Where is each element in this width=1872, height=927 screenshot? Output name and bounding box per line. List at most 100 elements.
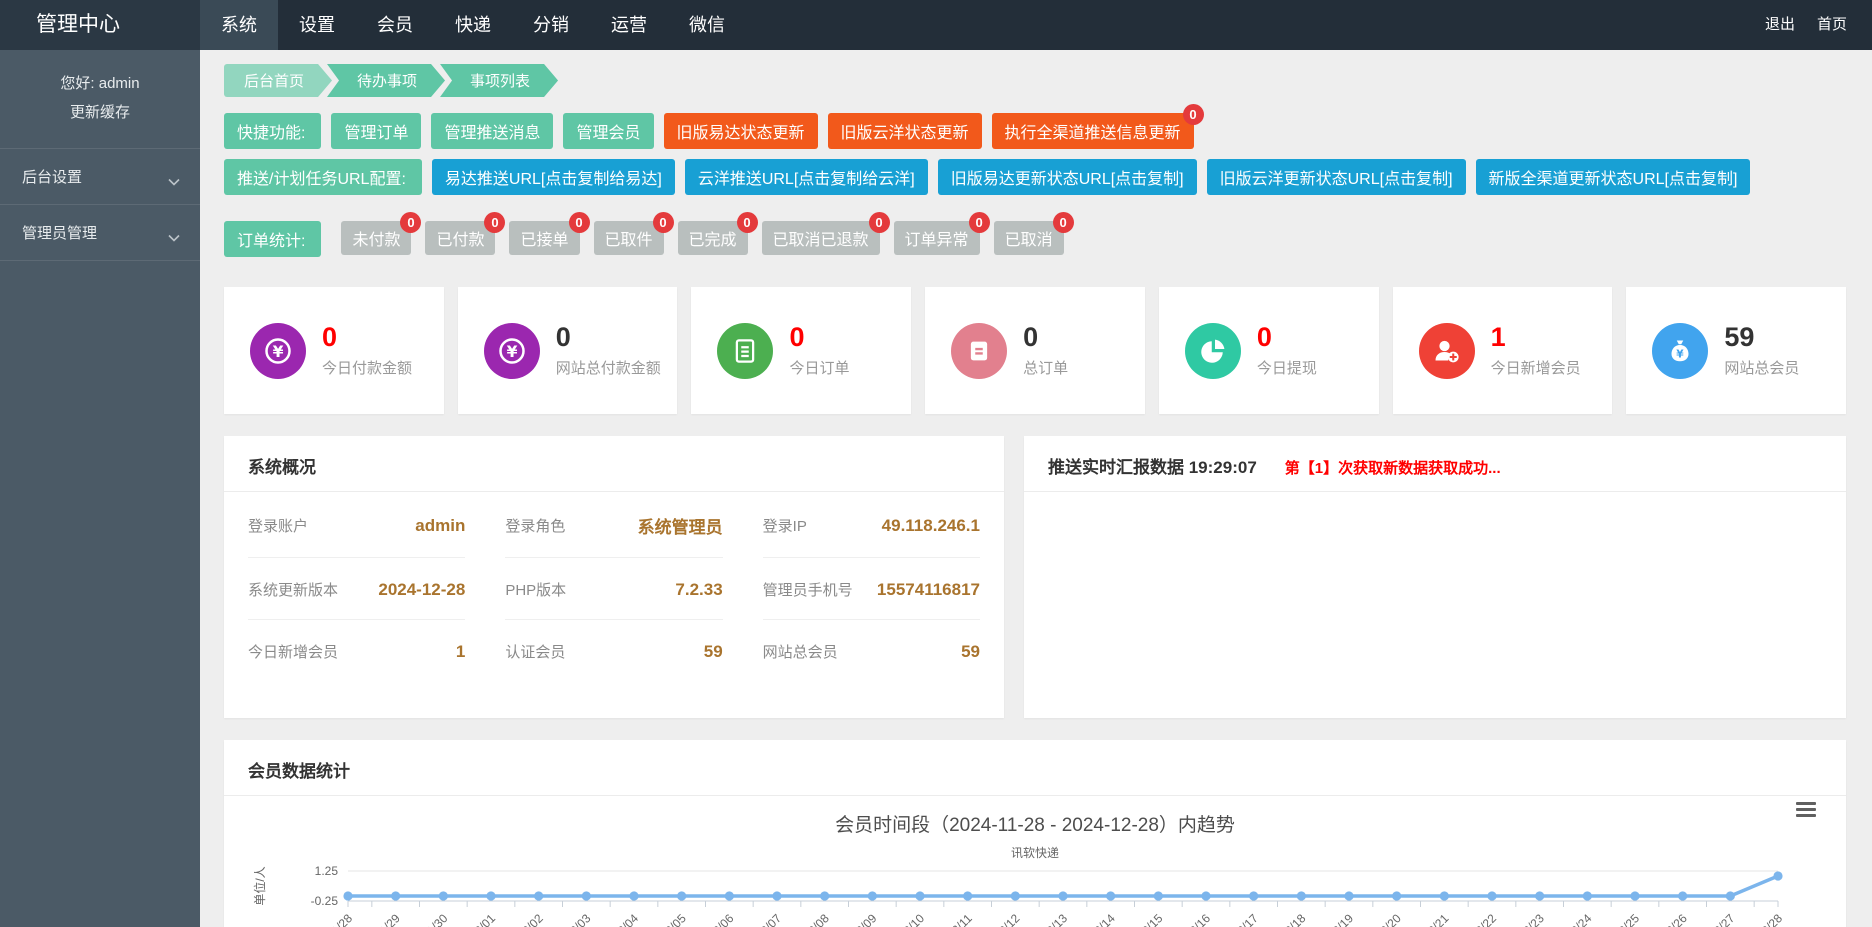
panels-row: 系统概况 登录账户admin登录角色系统管理员登录IP49.118.246.1系… <box>224 436 1846 718</box>
trend-chart-svg: 1.25-0.25单位/人11/2811/2911/3012/0112/0212… <box>248 863 1822 927</box>
order-stat-button[interactable]: 未付款0 <box>341 221 411 255</box>
nav-link-logout[interactable]: 退出 <box>1754 0 1806 50</box>
order-stat-button[interactable]: 已取件0 <box>594 221 664 255</box>
quick-action-button[interactable]: 管理推送消息 <box>431 113 553 149</box>
order-stat-button[interactable]: 已取消0 <box>994 221 1064 255</box>
overview-cell: 今日新增会员1 <box>248 620 465 681</box>
overview-value: 49.118.246.1 <box>882 516 980 536</box>
nav-menu: 系统设置会员快递分销运营微信 <box>200 0 746 50</box>
svg-text:12/07: 12/07 <box>753 911 784 927</box>
svg-text:12/01: 12/01 <box>467 911 498 927</box>
svg-text:12/16: 12/16 <box>1182 911 1213 927</box>
nav-item[interactable]: 运营 <box>590 0 668 50</box>
url-copy-button[interactable]: 云洋推送URL[点击复制给云洋] <box>685 159 928 195</box>
svg-text:12/27: 12/27 <box>1706 911 1737 927</box>
stat-card-icon <box>951 323 1007 379</box>
sidebar-item[interactable]: 后台设置 <box>0 148 200 204</box>
sidebar-item[interactable]: 管理员管理 <box>0 204 200 261</box>
url-copy-button[interactable]: 旧版云洋更新状态URL[点击复制] <box>1207 159 1466 195</box>
status-update-button[interactable]: 旧版云洋状态更新 <box>828 113 982 149</box>
nav-item[interactable]: 会员 <box>356 0 434 50</box>
svg-text:12/14: 12/14 <box>1087 911 1118 927</box>
svg-text:12/18: 12/18 <box>1277 911 1308 927</box>
pie-chart-icon <box>1198 336 1228 366</box>
breadcrumb-item[interactable]: 后台首页 <box>224 64 332 97</box>
order-stat-button[interactable]: 已付款0 <box>425 221 495 255</box>
overview-label: PHP版本 <box>505 579 566 600</box>
order-stat-button[interactable]: 订单异常0 <box>894 221 980 255</box>
svg-text:1.25: 1.25 <box>315 864 339 878</box>
stat-card: 1 今日新增会员 <box>1393 287 1613 414</box>
nav-item[interactable]: 设置 <box>278 0 356 50</box>
stat-card: ¥0网站总付款金额 <box>458 287 678 414</box>
order-stat-button[interactable]: 已完成0 <box>678 221 748 255</box>
count-badge: 0 <box>737 212 758 233</box>
order-stat-button[interactable]: 已取消已退款0 <box>762 221 880 255</box>
nav-item[interactable]: 系统 <box>200 0 278 50</box>
stat-card-value: 1 <box>1491 323 1581 353</box>
count-badge: 0 <box>1053 212 1074 233</box>
svg-text:12/15: 12/15 <box>1134 911 1165 927</box>
count-badge: 0 <box>869 212 890 233</box>
member-stats-panel: 会员数据统计 会员时间段（2024-11-28 - 2024-12-28）内趋势… <box>224 740 1846 927</box>
nav-item[interactable]: 快递 <box>434 0 512 50</box>
system-overview-header: 系统概况 <box>224 436 1004 492</box>
chart-context-menu-icon[interactable] <box>1796 802 1816 817</box>
overview-cell: 网站总会员59 <box>763 620 980 681</box>
svg-text:¥: ¥ <box>506 342 517 360</box>
stat-card-info: 59网站总会员 <box>1724 323 1799 378</box>
status-update-button[interactable]: 执行全渠道推送信息更新0 <box>992 113 1194 149</box>
stat-card-label: 网站总付款金额 <box>556 357 661 378</box>
status-update-button[interactable]: 旧版易达状态更新 <box>664 113 818 149</box>
svg-text:12/03: 12/03 <box>562 911 593 927</box>
breadcrumb: 后台首页待办事项事项列表 <box>224 64 1846 97</box>
breadcrumb-item[interactable]: 待办事项 <box>327 64 445 97</box>
stat-card-info: 0总订单 <box>1023 323 1068 378</box>
push-report-panel: 推送实时汇报数据 19:29:07 第【1】次获取新数据获取成功... <box>1024 436 1846 718</box>
refresh-cache-link[interactable]: 更新缓存 <box>0 101 200 122</box>
stat-card-icon <box>1185 323 1241 379</box>
quick-action-button[interactable]: 管理会员 <box>563 113 653 149</box>
count-badge: 0 <box>653 212 674 233</box>
stat-card: 0今日订单 <box>691 287 911 414</box>
stat-card: 0今日提现 <box>1159 287 1379 414</box>
sidebar-item-label: 管理员管理 <box>22 222 97 243</box>
stat-card-label: 今日新增会员 <box>1491 357 1581 378</box>
svg-text:12/06: 12/06 <box>705 911 736 927</box>
svg-text:12/22: 12/22 <box>1468 911 1499 927</box>
main-content: 后台首页待办事项事项列表 快捷功能: 管理订单管理推送消息管理会员 旧版易达状态… <box>200 50 1872 927</box>
svg-text:12/26: 12/26 <box>1659 911 1690 927</box>
overview-value: 系统管理员 <box>638 513 723 538</box>
quick-action-button[interactable]: 管理订单 <box>331 113 421 149</box>
stat-card-info: 0今日提现 <box>1257 323 1317 378</box>
svg-text:12/21: 12/21 <box>1420 911 1451 927</box>
count-badge: 0 <box>569 212 590 233</box>
quick-actions-row: 快捷功能: 管理订单管理推送消息管理会员 旧版易达状态更新旧版云洋状态更新执行全… <box>224 113 1846 149</box>
stat-card-icon <box>1419 323 1475 379</box>
overview-cell: 登录账户admin <box>248 492 465 558</box>
nav-item[interactable]: 分销 <box>512 0 590 50</box>
overview-value: 7.2.33 <box>675 580 722 600</box>
sidebar: 您好: admin 更新缓存 后台设置管理员管理 <box>0 50 200 927</box>
stat-card: ¥59网站总会员 <box>1626 287 1846 414</box>
overview-value: 59 <box>961 642 980 662</box>
svg-text:¥: ¥ <box>1677 347 1685 360</box>
order-stat-button[interactable]: 已接单0 <box>509 221 579 255</box>
url-copy-button[interactable]: 旧版易达更新状态URL[点击复制] <box>938 159 1197 195</box>
url-copy-button[interactable]: 易达推送URL[点击复制给易达] <box>432 159 675 195</box>
stat-card-value: 59 <box>1724 323 1799 353</box>
stat-card-label: 今日付款金额 <box>322 357 412 378</box>
stat-card-info: 0今日订单 <box>789 323 849 378</box>
breadcrumb-item[interactable]: 事项列表 <box>440 64 558 97</box>
quick-actions-label: 快捷功能: <box>224 113 321 149</box>
nav-item[interactable]: 微信 <box>668 0 746 50</box>
overview-label: 登录角色 <box>505 515 565 536</box>
stat-card: 0总订单 <box>925 287 1145 414</box>
nav-link-home[interactable]: 首页 <box>1806 0 1858 50</box>
stat-card-info: 1 今日新增会员 <box>1491 323 1581 378</box>
document-icon <box>730 336 760 366</box>
svg-text:12/02: 12/02 <box>515 911 546 927</box>
stat-card-icon: ¥ <box>484 323 540 379</box>
url-copy-button[interactable]: 新版全渠道更新状态URL[点击复制] <box>1476 159 1751 195</box>
push-url-config-label: 推送/计划任务URL配置: <box>224 159 422 195</box>
